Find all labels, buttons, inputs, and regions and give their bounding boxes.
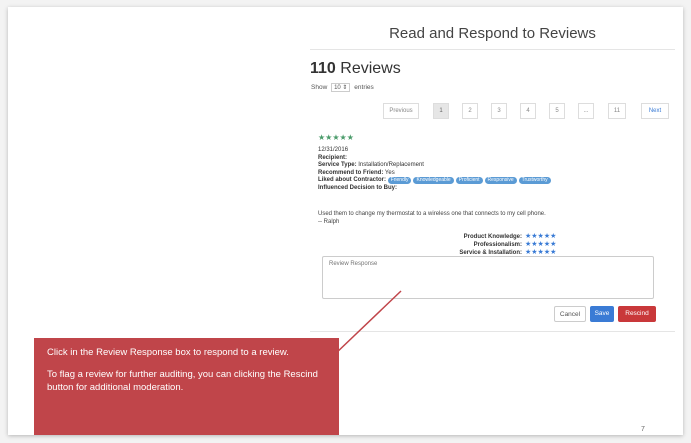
category-ratings: Product Knowledge: ★★★★★ Professionalism… [410,233,556,257]
liked-label: Liked about Contractor: [318,177,387,184]
pagination-page-4[interactable]: 4 [520,103,536,119]
slide: Read and Respond to Reviews 110 Reviews … [8,7,683,435]
service-type-value: Installation/Replacement [358,162,424,169]
recommend-value: Yes [384,169,395,176]
bottom-divider [310,331,675,332]
rating-row: Professionalism: ★★★★★ [410,241,557,249]
entries-select[interactable]: 10 ⇕ [331,83,351,92]
pagination-page-3[interactable]: 3 [491,103,507,119]
influenced-row: Influenced Decision to Buy: [318,185,553,193]
reviews-count: 110 Reviews [310,60,401,78]
rating-row: Product Knowledge: ★★★★★ [410,233,557,241]
recommend-label: Recommend to Friend: [318,169,384,176]
callout-text-1: Click in the Review Response box to resp… [47,347,289,358]
recipient-label: Recipient: [318,154,348,161]
instruction-callout: Click in the Review Response box to resp… [34,338,339,435]
pagination-page-2[interactable]: 2 [462,103,478,119]
recommend-row: Recommend to Friend: Yes [318,170,553,178]
pagination-page-1[interactable]: 1 [433,103,449,119]
save-button[interactable]: Save [590,306,614,322]
reviews-count-number: 110 [310,60,336,77]
review-response-input[interactable] [322,256,654,299]
pagination-page-5[interactable]: 5 [549,103,565,119]
pagination-next-button[interactable]: Next [641,103,669,119]
review-author: -- Ralph [318,218,340,225]
rating-stars: ★★★★★ [525,233,557,240]
title-divider [310,49,675,50]
show-label: Show [311,84,328,91]
overall-star-rating: ★★★★★ [318,133,354,142]
entries-select-value: 10 [334,85,341,91]
callout-text-2: To flag a review for further auditing, y… [47,369,318,393]
service-type-label: Service Type: [318,162,357,169]
rating-label: Professionalism: [473,242,522,248]
liked-tag: Trustworthy [518,177,551,185]
recipient-row: Recipient: [318,155,553,163]
liked-row: Liked about Contractor: Friendly Knowledg… [318,177,553,185]
pagination-ellipsis: ... [578,103,594,119]
review-date: 12/31/2016 [318,147,349,153]
influenced-label: Influenced Decision to Buy: [318,184,398,191]
show-entries: Show 10 ⇕ entries [311,83,374,92]
entries-label: entries [354,84,374,91]
page-title: Read and Respond to Reviews [389,25,596,42]
service-type-row: Service Type: Installation/Replacement [318,162,553,170]
review-meta: 12/31/2016 Recipient: Service Type: Inst… [318,147,553,193]
pagination-previous-button[interactable]: Previous [383,103,419,119]
pagination-page-11[interactable]: 11 [608,103,626,119]
liked-tag: Responsive [484,177,517,185]
slide-number: 7 [641,426,645,433]
liked-tag: Knowledgeable [413,177,454,185]
reviews-count-label: Reviews [335,60,401,77]
rating-label: Product Knowledge: [463,234,522,240]
cancel-button[interactable]: Cancel [554,306,586,322]
review-text: Used them to change my thermostat to a w… [318,211,546,217]
review-body: Used them to change my thermostat to a w… [318,211,546,226]
rescind-button[interactable]: Rescind [618,306,656,322]
reviews-panel: Read and Respond to Reviews 110 Reviews … [310,17,675,343]
liked-tag: Proficient [455,177,483,185]
liked-tag: Friendly [387,177,412,185]
rating-stars: ★★★★★ [525,241,557,248]
